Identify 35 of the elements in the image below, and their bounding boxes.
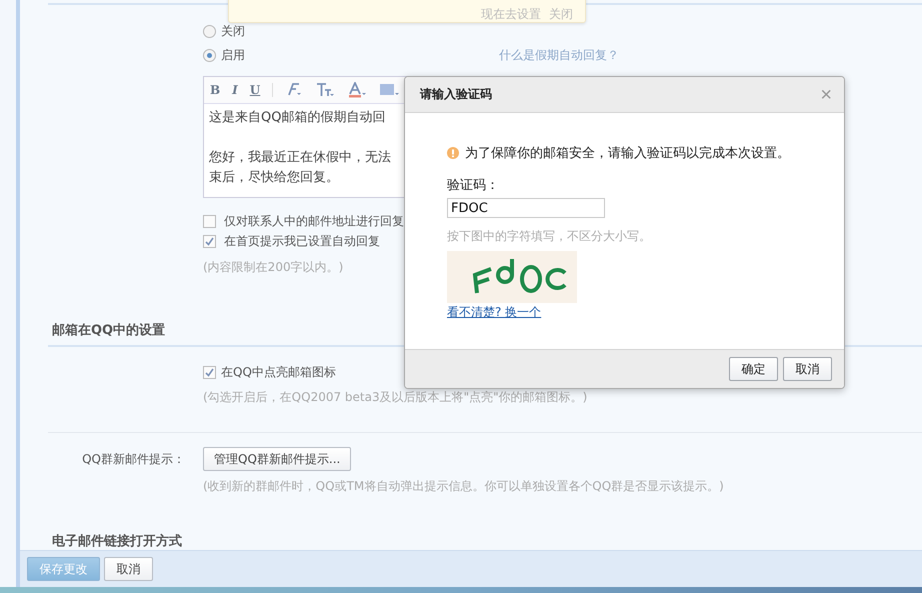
format-button[interactable]: I xyxy=(232,83,238,97)
field-label: QQ群新邮件提示： xyxy=(81,450,185,468)
hint-text: (内容限制在200字以内。) xyxy=(203,259,344,276)
cancel-button[interactable]: 取消 xyxy=(104,557,153,581)
manage-button[interactable]: 管理QQ群新邮件提示... xyxy=(203,447,352,471)
hint-text: (勾选开启后，在QQ2007 beta3及以后版本上将"点亮"你的邮箱图标。) xyxy=(203,389,588,406)
checkbox[interactable] xyxy=(203,214,216,228)
checkbox[interactable] xyxy=(203,234,216,248)
refresh-link[interactable]: 看不清楚? 换一个 xyxy=(447,305,542,319)
radio-label: 关闭 xyxy=(221,22,245,40)
cancel-button[interactable]: 取消 xyxy=(783,357,832,381)
radio-button[interactable] xyxy=(203,48,216,62)
editor-text-line: 这是来自QQ邮箱的假期自动回 xyxy=(209,109,386,127)
editor-text-line: 束后，尽快给您回复。 xyxy=(209,169,339,187)
help-link[interactable]: 什么是假期自动回复？ xyxy=(499,46,619,64)
warning-icon xyxy=(447,147,459,159)
format-button[interactable]: B xyxy=(210,83,220,97)
captcha-input[interactable]: FDOC xyxy=(447,198,605,218)
format-button[interactable]: U xyxy=(250,83,260,97)
hint-text: 按下图中的字符填写，不区分大小写。 xyxy=(447,228,651,245)
checkbox[interactable] xyxy=(203,366,216,378)
close-button[interactable]: × xyxy=(820,84,832,104)
checkbox-label: 在QQ中点亮邮箱图标 xyxy=(221,364,336,380)
editor-text-line: 您好，我最近正在休假中，无法 xyxy=(209,149,391,167)
checkbox-label: 在首页提示我已设置自动回复 xyxy=(224,232,380,250)
font-size-icon[interactable] xyxy=(315,82,336,98)
warning-text: 为了保障你的邮箱安全，请输入验证码以完成本次设置。 xyxy=(465,145,790,162)
confirm-button[interactable]: 确定 xyxy=(729,357,778,381)
section-heading: 电子邮件链接打开方式 xyxy=(51,533,183,550)
highlight-icon[interactable] xyxy=(379,82,400,98)
checkbox-label: 仅对联系人中的邮件地址进行回复 xyxy=(224,212,404,230)
font-color-icon[interactable] xyxy=(347,82,368,98)
radio-button[interactable] xyxy=(203,24,216,38)
radio-label: 启用 xyxy=(221,46,245,64)
hint-text: (收到新的群邮件时，QQ或TM将自动弹出提示信息。你可以单独设置各个QQ群是否显示该提示。) xyxy=(203,478,725,495)
